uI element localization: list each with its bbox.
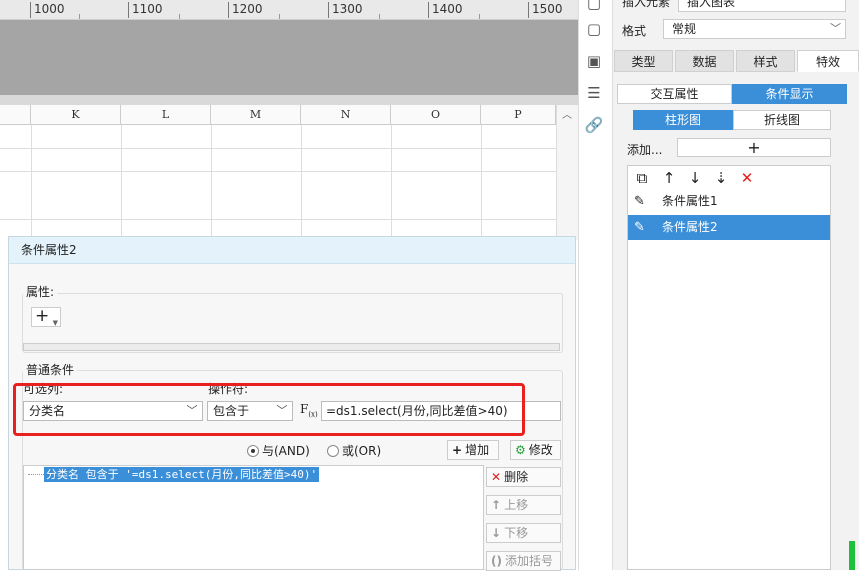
property-item-2[interactable]: ✎ 条件属性2: [628, 215, 830, 240]
layers-icon[interactable]: ☰: [584, 83, 604, 103]
add-bracket-button[interactable]: () 添加括号: [486, 551, 561, 571]
tab-effects[interactable]: 特效: [797, 50, 859, 72]
attributes-legend: 属性:: [23, 283, 58, 300]
chart-tab-column[interactable]: 柱形图: [633, 110, 733, 130]
move-up-label: 上移: [504, 498, 529, 512]
gear-icon: ⚙: [515, 443, 526, 457]
highlight-annotation-box: [13, 383, 525, 436]
square-icon[interactable]: ▢: [584, 19, 604, 39]
horizontal-ruler: 1000 1100 1200 1300 1400 1500: [0, 0, 578, 20]
ruler-mark: 1000: [30, 2, 65, 18]
insert-element-select[interactable]: 插入图表 ﹀: [678, 0, 846, 12]
tab-data[interactable]: 数据: [675, 50, 734, 72]
column-header-n[interactable]: N: [301, 105, 391, 125]
radio-checked-icon: [247, 445, 259, 457]
chart-canvas-area: [0, 20, 578, 95]
modify-condition-label: 修改: [528, 443, 553, 457]
condition-list-item[interactable]: 分类名 包含于 '=ds1.select(月份,同比差值>40)': [44, 467, 320, 482]
add-condition-button[interactable]: + 增加: [447, 440, 499, 460]
chevron-down-icon: ﹀: [830, 22, 841, 35]
property-item-label: 条件属性2: [662, 220, 718, 234]
property-item-1[interactable]: ✎ 条件属性1: [628, 189, 830, 214]
attributes-scrollbar[interactable]: [23, 343, 560, 351]
caret-down-icon: ▼: [52, 319, 58, 327]
copy-icon[interactable]: ⧉: [633, 169, 651, 187]
tree-connector: [28, 474, 44, 475]
column-header-l[interactable]: L: [121, 105, 211, 125]
move-up-button[interactable]: ↑ 上移: [486, 495, 561, 515]
arrow-down-icon: ↓: [491, 526, 502, 540]
column-header-m[interactable]: M: [211, 105, 301, 125]
insert-element-label: 插入元素: [622, 0, 671, 9]
column-header-k[interactable]: K: [31, 105, 121, 125]
tab-style[interactable]: 样式: [736, 50, 795, 72]
ruler-mark: 1200: [228, 2, 263, 18]
pencil-icon: ✎: [634, 220, 645, 235]
ruler-mark: 1100: [128, 2, 163, 18]
add-label: 添加...: [627, 143, 663, 157]
arrow-up-icon: ↑: [491, 498, 502, 512]
arrow-up-icon[interactable]: ↑: [660, 169, 678, 187]
column-header-p[interactable]: P: [481, 105, 556, 125]
ruler-mark: 1300: [328, 2, 363, 18]
ruler-mark: 1400: [428, 2, 463, 18]
and-radio-label: 与(AND): [262, 444, 310, 458]
add-bracket-label: 添加括号: [504, 554, 553, 568]
or-radio-label: 或(OR): [342, 444, 382, 458]
add-condition-label: 增加: [465, 443, 490, 457]
dialog-title: 条件属性2: [9, 237, 575, 264]
add-attribute-button[interactable]: + ▼: [31, 307, 61, 327]
format-label: 格式: [622, 24, 647, 38]
property-item-label: 条件属性1: [662, 194, 718, 208]
scroll-up-icon[interactable]: ︿: [560, 106, 574, 121]
frame-icon[interactable]: ▣: [584, 51, 604, 71]
condition-list[interactable]: 分类名 包含于 '=ds1.select(月份,同比差值>40)': [23, 465, 484, 570]
canvas-divider: [0, 95, 578, 105]
property-list-toolbar: ⧉ ↑ ↓ ⇣ ✕: [627, 165, 831, 190]
and-radio[interactable]: 与(AND): [247, 442, 310, 459]
insert-element-value: 插入图表: [687, 0, 736, 9]
tab-type[interactable]: 类型: [614, 50, 673, 72]
plus-icon: +: [35, 306, 50, 326]
format-value: 常规: [672, 22, 697, 36]
conditions-legend: 普通条件: [23, 361, 78, 378]
or-radio[interactable]: 或(OR): [327, 442, 381, 459]
delete-condition-label: 删除: [504, 470, 529, 484]
subtab-interaction[interactable]: 交互属性: [617, 84, 732, 104]
property-list: ✎ 条件属性1 ✎ 条件属性2: [627, 189, 831, 570]
move-down-button[interactable]: ↓ 下移: [486, 523, 561, 543]
bracket-icon: (): [491, 554, 502, 568]
move-down-label: 下移: [504, 526, 529, 540]
ruler-mark: 1500: [528, 2, 563, 18]
toolbar-top-icon[interactable]: ▢: [584, 0, 604, 10]
modify-condition-button[interactable]: ⚙ 修改: [510, 440, 561, 460]
sort-icon[interactable]: ⇣: [712, 169, 730, 187]
close-icon: ✕: [491, 470, 502, 484]
delete-icon[interactable]: ✕: [738, 169, 756, 187]
chart-tab-line[interactable]: 折线图: [733, 110, 831, 130]
chevron-down-icon: ﹀: [830, 0, 841, 8]
arrow-down-icon[interactable]: ↓: [686, 169, 704, 187]
add-property-button[interactable]: +: [677, 138, 831, 157]
plus-icon: +: [452, 443, 463, 457]
column-header-blank: [0, 105, 31, 125]
radio-unchecked-icon: [327, 445, 339, 457]
spreadsheet-grid[interactable]: K L M N O P: [0, 105, 578, 240]
pencil-icon: ✎: [634, 194, 645, 209]
vertical-scrollbar[interactable]: [556, 105, 578, 240]
column-header-o[interactable]: O: [391, 105, 481, 125]
status-indicator: [849, 541, 855, 570]
link-icon[interactable]: 🔗: [584, 115, 604, 135]
delete-condition-button[interactable]: ✕ 删除: [486, 467, 561, 487]
format-select[interactable]: 常规 ﹀: [663, 19, 846, 39]
subtab-conditional-display[interactable]: 条件显示: [732, 84, 847, 104]
